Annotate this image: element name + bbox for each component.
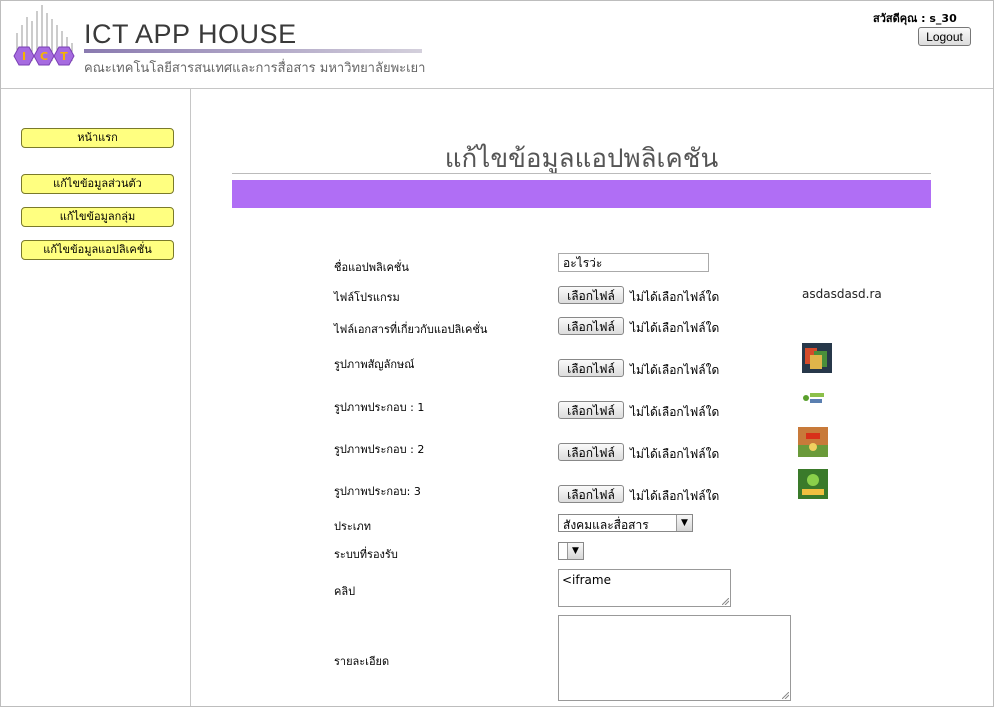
screenshot2-status: ไม่ได้เลือกไฟล์ใด bbox=[630, 447, 720, 461]
sidebar-item-edit-application[interactable]: แก้ไขข้อมูลแอปลิเคชั่น bbox=[21, 240, 174, 260]
brand-underline bbox=[84, 49, 422, 53]
brand-subtitle: คณะเทคโนโลยีสารสนเทศและการสื่อสาร มหาวิท… bbox=[84, 61, 426, 76]
program-file-choose-button[interactable]: เลือกไฟล์ bbox=[558, 286, 624, 304]
icon-image-label: รูปภาพสัญลักษณ์ bbox=[334, 358, 415, 371]
platform-select[interactable]: ▼ bbox=[558, 542, 584, 560]
document-file-status: ไม่ได้เลือกไฟล์ใด bbox=[630, 321, 720, 335]
document-file-choose-button[interactable]: เลือกไฟล์ bbox=[558, 317, 624, 335]
sidebar-item-edit-group[interactable]: แก้ไขข้อมูลกลุ่ม bbox=[21, 207, 174, 227]
chevron-down-icon: ▼ bbox=[567, 543, 583, 559]
screenshot1-thumbnail bbox=[800, 388, 826, 410]
sidebar: หน้าแรก แก้ไขข้อมูลส่วนตัว แก้ไขข้อมูลกล… bbox=[1, 89, 191, 706]
program-file-status: ไม่ได้เลือกไฟล์ใด bbox=[630, 290, 720, 304]
clip-text: <iframe bbox=[562, 573, 611, 587]
svg-text:T: T bbox=[60, 50, 68, 63]
screenshot2-label: รูปภาพประกอบ : 2 bbox=[334, 443, 425, 456]
resize-handle-icon[interactable] bbox=[782, 692, 789, 699]
icon-image-status: ไม่ได้เลือกไฟล์ใด bbox=[630, 363, 720, 377]
sidebar-item-edit-profile[interactable]: แก้ไขข้อมูลส่วนตัว bbox=[21, 174, 174, 194]
detail-textarea[interactable] bbox=[558, 615, 791, 701]
existing-program-file: asdasdasd.ra bbox=[802, 287, 882, 301]
category-selected-value: สังคมและสื่อสาร bbox=[563, 518, 649, 532]
sidebar-item-home[interactable]: หน้าแรก bbox=[21, 128, 174, 148]
clip-textarea[interactable]: <iframe bbox=[558, 569, 731, 607]
screenshot3-choose-button[interactable]: เลือกไฟล์ bbox=[558, 485, 624, 503]
chevron-down-icon: ▼ bbox=[676, 515, 692, 531]
category-label: ประเภท bbox=[334, 520, 372, 533]
document-file-label: ไฟล์เอกสารที่เกี่ยวกับแอปลิเคชั่น bbox=[334, 323, 488, 336]
svg-text:I: I bbox=[22, 50, 26, 63]
screenshot1-label: รูปภาพประกอบ : 1 bbox=[334, 401, 425, 414]
brand-title: ICT APP HOUSE bbox=[84, 19, 297, 49]
screenshot2-thumbnail bbox=[798, 427, 828, 457]
program-file-label: ไฟล์โปรแกรม bbox=[334, 291, 400, 304]
title-banner bbox=[232, 180, 931, 208]
screenshot1-choose-button[interactable]: เลือกไฟล์ bbox=[558, 401, 624, 419]
screenshot3-label: รูปภาพประกอบ: 3 bbox=[334, 485, 421, 498]
app-icon-thumbnail bbox=[802, 343, 832, 373]
screenshot1-status: ไม่ได้เลือกไฟล์ใด bbox=[630, 405, 720, 419]
user-greeting: สวัสดีคุณ : s_30 bbox=[873, 12, 957, 25]
resize-handle-icon[interactable] bbox=[722, 598, 729, 605]
app-name-label: ชื่อแอปพลิเคชั่น bbox=[334, 261, 409, 274]
ict-logo: I C T bbox=[13, 5, 75, 66]
platform-label: ระบบที่รองรับ bbox=[334, 548, 398, 561]
logout-button[interactable]: Logout bbox=[918, 27, 971, 46]
clip-label: คลิป bbox=[334, 585, 356, 598]
app-name-input[interactable]: อะไรว่ะ bbox=[558, 253, 709, 272]
header: I C T ICT APP HOUSE คณะเทคโนโลยีสารสนเทศ… bbox=[1, 1, 993, 89]
category-select[interactable]: สังคมและสื่อสาร ▼ bbox=[558, 514, 693, 532]
screenshot3-thumbnail bbox=[798, 469, 828, 499]
icon-image-choose-button[interactable]: เลือกไฟล์ bbox=[558, 359, 624, 377]
detail-label: รายละเอียด bbox=[334, 655, 390, 668]
screenshot3-status: ไม่ได้เลือกไฟล์ใด bbox=[630, 489, 720, 503]
title-divider bbox=[232, 173, 931, 174]
svg-text:C: C bbox=[40, 50, 48, 63]
screenshot2-choose-button[interactable]: เลือกไฟล์ bbox=[558, 443, 624, 461]
